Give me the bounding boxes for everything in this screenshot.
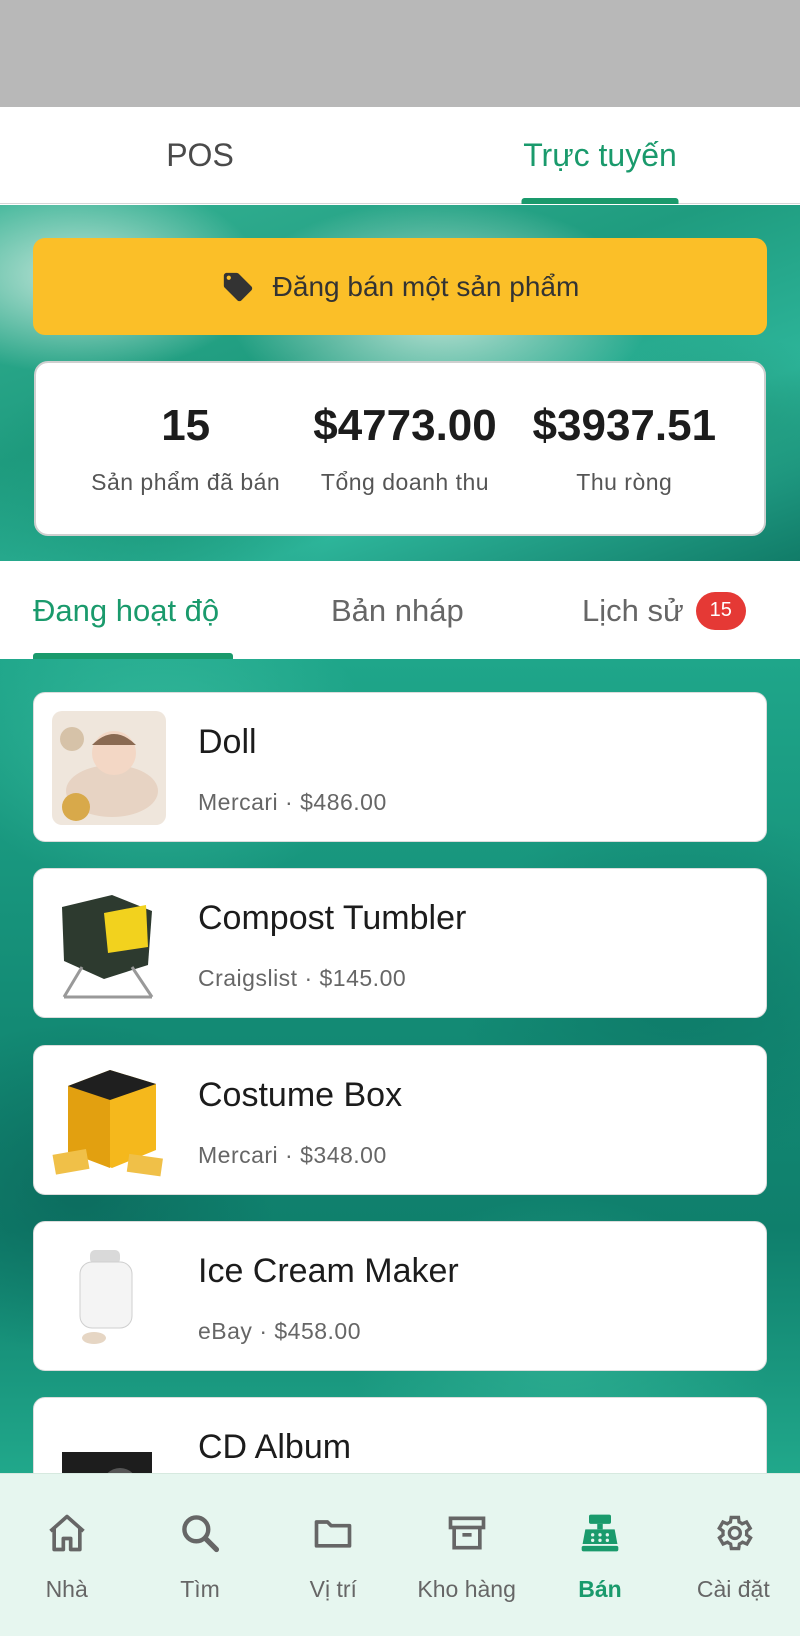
gear-icon	[710, 1510, 756, 1556]
list-product-button[interactable]: Đăng bán một sản phẩm	[33, 238, 767, 335]
listing-subtitle: eBay · $458.00	[198, 1318, 362, 1344]
history-count-badge: 15	[695, 591, 746, 630]
nav-locations[interactable]: Vị trí	[267, 1474, 400, 1636]
tab-pos[interactable]: POS	[0, 107, 400, 203]
tab-drafts[interactable]: Bản nháp	[331, 562, 464, 659]
search-icon	[177, 1510, 223, 1556]
archive-icon	[444, 1510, 490, 1556]
listing-card[interactable]: Doll Mercari · $486.00	[33, 692, 767, 842]
folder-icon	[310, 1510, 356, 1556]
list-product-label: Đăng bán một sản phẩm	[272, 270, 580, 302]
product-thumbnail	[52, 711, 166, 825]
product-thumbnail	[52, 1240, 166, 1354]
tab-online-label: Trực tuyến	[523, 136, 677, 173]
tab-active-label: Đang hoạt độ	[33, 592, 220, 628]
listing-card[interactable]: Ice Cream Maker eBay · $458.00	[33, 1221, 767, 1371]
tab-history-label: Lịch sử	[582, 592, 684, 628]
stat-label: Thu ròng	[576, 469, 673, 495]
listing-title: Doll	[198, 723, 257, 761]
stat-value: 15	[161, 401, 211, 450]
stat-items-sold: 15 Sản phẩm đã bán	[76, 363, 295, 534]
nav-inventory[interactable]: Kho hàng	[400, 1474, 533, 1636]
listing-tab-bar: Đang hoạt độ Bản nháp Lịch sử 15	[0, 562, 800, 659]
product-thumbnail	[52, 1064, 166, 1178]
product-thumbnail	[52, 887, 166, 1001]
nav-label: Vị trí	[309, 1576, 357, 1602]
nav-home[interactable]: Nhà	[0, 1474, 133, 1636]
nav-sell[interactable]: Bán	[533, 1474, 666, 1636]
tab-active-listings[interactable]: Đang hoạt độ	[33, 562, 233, 659]
nav-label: Nhà	[45, 1576, 88, 1602]
listing-subtitle: Mercari · $348.00	[198, 1142, 387, 1168]
home-icon	[44, 1510, 90, 1556]
listing-title: CD Album	[198, 1428, 352, 1466]
status-bar	[0, 0, 800, 107]
stat-net-income: $3937.51 Thu ròng	[515, 363, 734, 534]
tab-drafts-label: Bản nháp	[331, 592, 464, 628]
tab-pos-label: POS	[166, 136, 234, 173]
stat-label: Sản phẩm đã bán	[91, 469, 281, 495]
listing-title: Costume Box	[198, 1076, 403, 1114]
stat-value: $4773.00	[313, 401, 497, 450]
stat-label: Tổng doanh thu	[320, 469, 490, 495]
listing-card[interactable]: Compost Tumbler Craigslist · $145.00	[33, 868, 767, 1018]
sales-summary-card: 15 Sản phẩm đã bán $4773.00 Tổng doanh t…	[34, 361, 766, 536]
listing-card[interactable]: Costume Box Mercari · $348.00	[33, 1045, 767, 1195]
listing-subtitle: Mercari · $486.00	[198, 789, 387, 815]
top-tab-bar: POS Trực tuyến	[0, 107, 800, 204]
nav-search[interactable]: Tìm	[133, 1474, 266, 1636]
stat-value: $3937.51	[532, 401, 717, 450]
nav-label: Tìm	[180, 1576, 220, 1602]
tab-online[interactable]: Trực tuyến	[400, 107, 800, 204]
nav-label: Bán	[578, 1576, 622, 1602]
nav-label: Cài đặt	[696, 1576, 770, 1602]
nav-settings[interactable]: Cài đặt	[667, 1474, 800, 1636]
nav-label: Kho hàng	[417, 1576, 516, 1602]
tag-icon	[221, 270, 255, 304]
tab-history[interactable]: Lịch sử 15	[582, 562, 746, 659]
stat-total-revenue: $4773.00 Tổng doanh thu	[295, 363, 514, 534]
bottom-navigation: Nhà Tìm Vị trí Kho hàng Bán Cài đặt	[0, 1473, 800, 1636]
listing-title: Compost Tumbler	[198, 899, 467, 937]
tab-indicator	[521, 198, 679, 204]
cash-register-icon	[577, 1510, 623, 1556]
listing-subtitle: Craigslist · $145.00	[198, 965, 407, 991]
listing-title: Ice Cream Maker	[198, 1252, 459, 1290]
